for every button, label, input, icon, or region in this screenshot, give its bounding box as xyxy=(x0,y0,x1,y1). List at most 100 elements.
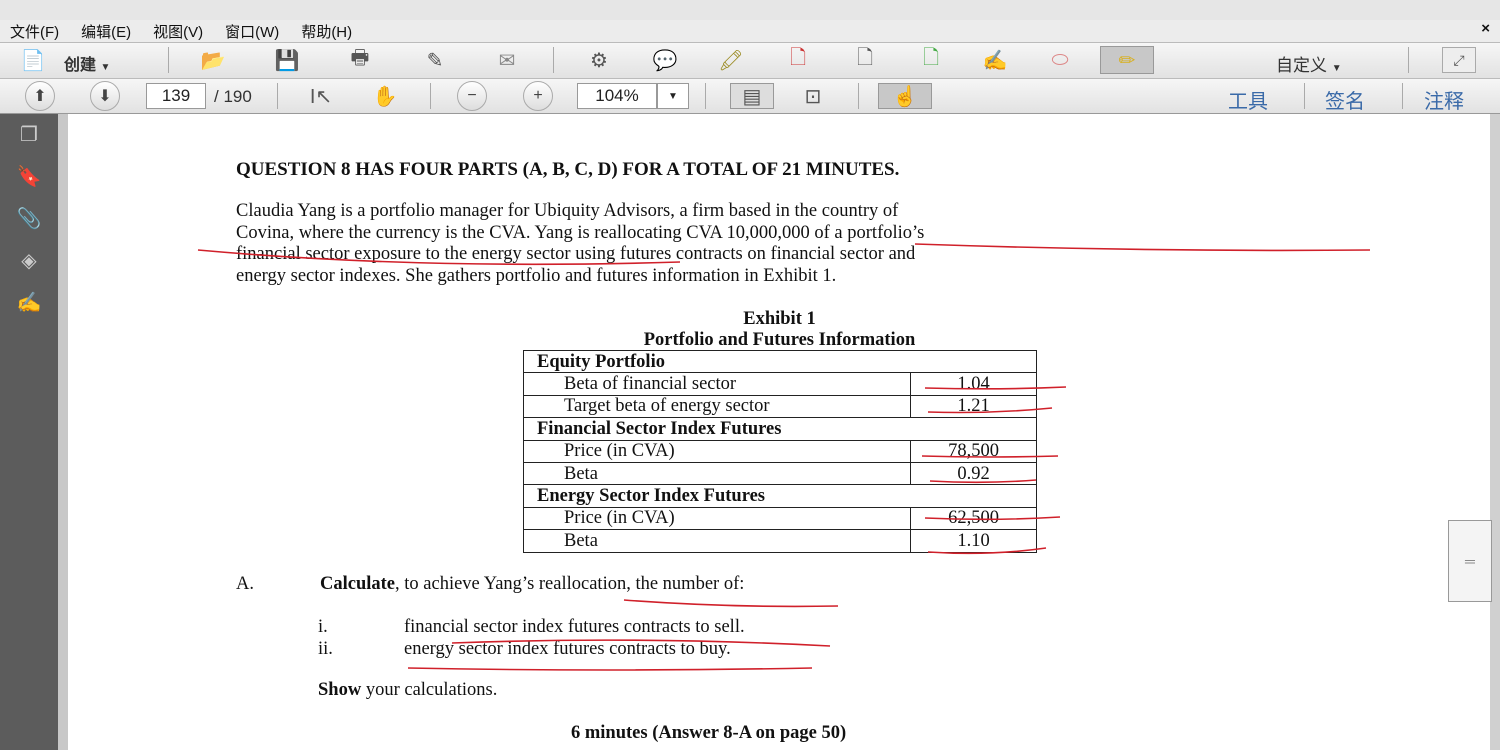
page-number-input[interactable]: 139 xyxy=(146,83,206,109)
divider xyxy=(277,83,278,109)
tab-tools[interactable]: 工具 xyxy=(1228,85,1268,114)
menu-view[interactable]: 视图(V) xyxy=(153,21,203,42)
menu-help[interactable]: 帮助(H) xyxy=(301,21,352,42)
eraser-icon[interactable]: ⬭ xyxy=(1045,47,1075,73)
scrollbar-thumb[interactable]: ═ xyxy=(1448,520,1492,602)
settings-icon[interactable]: ⚙ xyxy=(584,47,614,73)
exhibit-title: Exhibit 1 xyxy=(743,309,816,329)
exhibit-table: Equity Portfolio Beta of financial secto… xyxy=(523,349,1037,553)
navigation-toolbar: ⬆ ⬇ 139 / 190 I↖ ✋ − + 104% ▼ ▤ ⊡ ☝ 工具 签… xyxy=(0,78,1500,114)
divider xyxy=(1402,83,1403,109)
para-line: Claudia Yang is a portfolio manager for … xyxy=(236,201,899,221)
pencil-icon[interactable]: ✏ xyxy=(1100,46,1154,74)
item-text: financial sector index futures contracts… xyxy=(404,617,745,637)
chevron-down-icon: ▼ xyxy=(1331,63,1342,74)
exhibit-subtitle: Portfolio and Futures Information xyxy=(643,330,916,350)
sign-icon[interactable]: ✍ xyxy=(980,47,1010,73)
read-mode-icon[interactable]: ☝ xyxy=(878,83,932,109)
divider xyxy=(1304,83,1305,109)
customize-button[interactable]: 自定义 ▼ xyxy=(1276,51,1342,76)
question-title: QUESTION 8 HAS FOUR PARTS (A, B, C, D) F… xyxy=(236,159,900,180)
section-header: Energy Sector Index Futures xyxy=(523,484,1037,508)
expand-icon[interactable]: ⤢ xyxy=(1442,47,1476,73)
menu-edit[interactable]: 编辑(E) xyxy=(81,21,131,42)
main-toolbar: 📄 创建 ▼ 📂 💾 🖶 ✎ ✉ ⚙ 💬 🖍 🗋 🗋 🗋 ✍ ⬭ ✏ 自定义 ▼… xyxy=(0,42,1500,78)
row-label: Beta of financial sector xyxy=(523,372,911,396)
zoom-input[interactable]: 104% xyxy=(577,83,657,109)
print-icon[interactable]: 🖶 xyxy=(345,47,375,73)
open-folder-icon[interactable]: 📂 xyxy=(198,47,228,73)
item-number: i. xyxy=(318,617,328,637)
table-row: Price (in CVA) 62,500 xyxy=(523,506,1037,531)
menu-file[interactable]: 文件(F) xyxy=(10,21,59,42)
select-cursor-icon[interactable]: I↖ xyxy=(306,83,336,109)
table-row: Beta 1.10 xyxy=(523,529,1037,553)
para-line: energy sector indexes. She gathers portf… xyxy=(236,265,837,286)
zoom-out-icon[interactable]: − xyxy=(457,81,487,111)
item-text: energy sector index futures contracts to… xyxy=(404,639,731,659)
part-a-rest: , to achieve Yang’s reallocation, the nu… xyxy=(395,574,745,594)
zoom-in-icon[interactable]: + xyxy=(523,81,553,111)
pages-icon[interactable]: ❐ xyxy=(14,122,44,148)
section-header: Financial Sector Index Futures xyxy=(523,417,1037,441)
page-total: / 190 xyxy=(214,87,252,106)
row-value: 0.92 xyxy=(910,461,1037,486)
attachment-icon[interactable]: 📎 xyxy=(14,206,44,232)
section-header: Equity Portfolio xyxy=(523,349,1037,374)
navigation-pane: ❐ 🔖 📎 ◈ ✍ xyxy=(0,114,58,750)
replace-page-icon[interactable]: 🗋 xyxy=(850,47,880,73)
title-strip xyxy=(0,0,1500,20)
divider xyxy=(430,83,431,109)
chevron-down-icon: ▼ xyxy=(100,62,111,73)
create-button[interactable]: 创建 ▼ xyxy=(64,51,110,75)
row-value: 78,500 xyxy=(910,439,1037,463)
show-text: Show your calculations. xyxy=(318,680,497,702)
save-icon[interactable]: 💾 xyxy=(272,47,302,73)
table-row: Price (in CVA) 78,500 xyxy=(523,439,1037,463)
zoom-dropdown-icon[interactable]: ▼ xyxy=(657,83,689,109)
row-value: 1.21 xyxy=(910,394,1037,419)
tab-sign[interactable]: 签名 xyxy=(1325,85,1365,114)
table-row: Energy Sector Index Futures xyxy=(523,484,1037,508)
row-label: Beta xyxy=(523,461,911,486)
layers-icon[interactable]: ◈ xyxy=(14,248,44,274)
row-value: 1.10 xyxy=(910,529,1037,553)
fit-width-icon[interactable]: ⊡ xyxy=(798,83,828,109)
divider xyxy=(553,47,554,73)
table-row: Equity Portfolio xyxy=(523,349,1037,374)
part-a-text: Calculate, to achieve Yang’s reallocatio… xyxy=(320,574,744,596)
signatures-icon[interactable]: ✍ xyxy=(14,290,44,316)
previous-page-icon[interactable]: ⬆ xyxy=(25,81,55,111)
extract-page-icon[interactable]: 🗋 xyxy=(916,47,946,73)
para-line: financial sector exposure to the energy … xyxy=(236,244,916,264)
divider xyxy=(858,83,859,109)
para-line: Covina, where the currency is the CVA. Y… xyxy=(236,222,925,243)
row-value: 62,500 xyxy=(910,506,1037,531)
table-row: Beta of financial sector 1.04 xyxy=(523,372,1037,396)
show-rest: your calculations. xyxy=(361,680,498,700)
create-label: 创建 xyxy=(64,57,97,74)
table-row: Financial Sector Index Futures xyxy=(523,417,1037,441)
page-gutter xyxy=(58,114,68,750)
menu-bar: 文件(F) 编辑(E) 视图(V) 窗口(W) 帮助(H) × xyxy=(0,20,1500,42)
hand-tool-icon[interactable]: ✋ xyxy=(370,83,400,109)
delete-page-icon[interactable]: 🗋 xyxy=(783,47,813,73)
table-row: Target beta of energy sector 1.21 xyxy=(523,394,1037,419)
create-pdf-icon[interactable]: 📄 xyxy=(18,47,48,73)
divider xyxy=(1408,47,1409,73)
email-icon[interactable]: ✉ xyxy=(492,47,522,73)
vertical-scrollbar[interactable] xyxy=(1490,114,1500,750)
bookmark-icon[interactable]: 🔖 xyxy=(14,164,44,190)
menu-window[interactable]: 窗口(W) xyxy=(225,21,279,42)
tab-comment[interactable]: 注释 xyxy=(1424,85,1464,114)
close-button[interactable]: × xyxy=(1481,20,1490,37)
next-page-icon[interactable]: ⬇ xyxy=(90,81,120,111)
divider xyxy=(168,47,169,73)
comment-icon[interactable]: 💬 xyxy=(650,47,680,73)
table-row: Beta 0.92 xyxy=(523,461,1037,486)
document-page: QUESTION 8 HAS FOUR PARTS (A, B, C, D) F… xyxy=(68,114,1490,750)
edit-document-icon[interactable]: ✎ xyxy=(420,47,450,73)
question-paragraph: Claudia Yang is a portfolio manager for … xyxy=(236,201,1306,287)
fit-page-icon[interactable]: ▤ xyxy=(730,83,774,109)
highlight-text-icon[interactable]: 🖍 xyxy=(716,47,746,73)
